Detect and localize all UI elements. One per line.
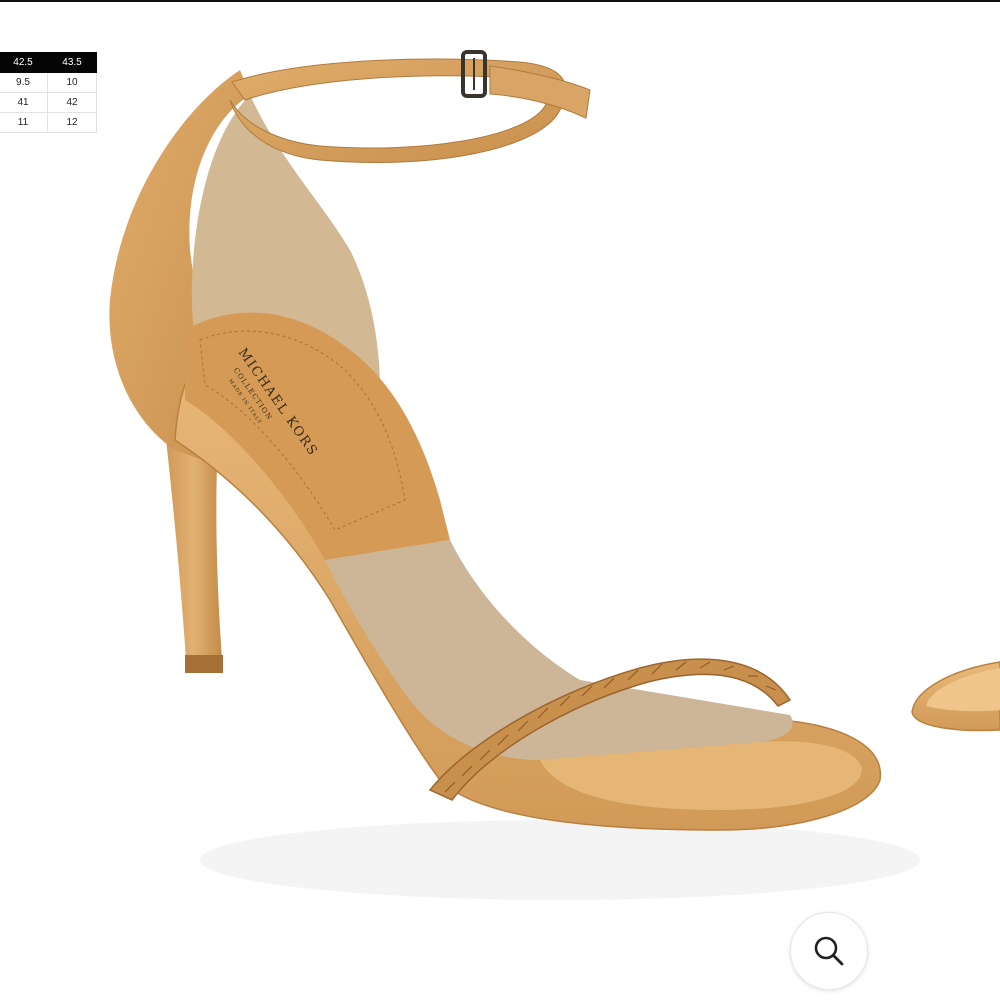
magnifier-icon <box>814 936 844 966</box>
zoom-button[interactable] <box>790 912 868 990</box>
product-image-sandal: MICHAEL KORS COLLECTION MADE IN ITALY <box>109 50 1000 900</box>
footbed-suede <box>325 540 793 760</box>
heel-tip <box>185 655 223 673</box>
floor-shadow <box>200 820 920 900</box>
